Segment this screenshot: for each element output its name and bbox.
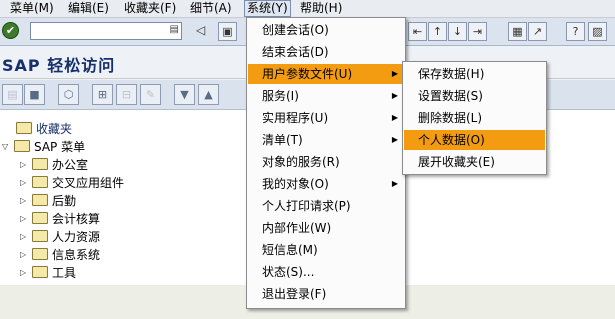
other-menu-icon[interactable]: ⬡ [58, 84, 79, 105]
menu-item-short-messages[interactable]: 短信息(M) [248, 240, 404, 260]
tree-node-label: 办公室 [52, 158, 89, 172]
folder-icon [14, 140, 30, 152]
move-down-icon[interactable]: ▼ [174, 84, 195, 105]
tree-node-tools[interactable]: ▷ 工具 [20, 264, 76, 282]
command-field[interactable]: ▤ [30, 22, 182, 40]
tree-node-info-systems[interactable]: ▷ 信息系统 [20, 246, 100, 264]
submenu-arrow-icon: ▶ [391, 69, 398, 78]
tree-node-label: 交叉应用组件 [52, 176, 125, 190]
menu-item-object-services[interactable]: 对象的服务(R) [248, 152, 404, 172]
menu-item-my-objects[interactable]: 我的对象(O) ▶ [248, 174, 404, 194]
menu-item-utilities[interactable]: 实用程序(U) ▶ [248, 108, 404, 128]
tree-node-cross-application[interactable]: ▷ 交叉应用组件 [20, 174, 124, 192]
menu-item-log-off[interactable]: 退出登录(F) [248, 284, 404, 304]
menu-item-services[interactable]: 服务(I) ▶ [248, 86, 404, 106]
menu-item-internal-jobs[interactable]: 内部作业(W) [248, 218, 404, 238]
user-menu-icon[interactable]: ▤ [2, 84, 23, 105]
expand-triangle-icon[interactable]: ▷ [20, 156, 32, 174]
collapse-triangle-icon[interactable]: ▽ [2, 138, 14, 156]
menu-item-print-requests[interactable]: 个人打印请求(P) [248, 196, 404, 216]
history-dropdown-icon[interactable]: ▤ [170, 24, 179, 35]
tree-node-label: 工具 [52, 266, 77, 280]
tree-node-label: 后勤 [52, 194, 77, 208]
add-favorite-icon[interactable]: ⊞ [92, 84, 113, 105]
folder-icon [32, 158, 48, 170]
folder-icon [32, 176, 48, 188]
menu-item-set-data[interactable]: 设置数据(S) [404, 86, 545, 106]
tree-node-label: 人力资源 [52, 230, 101, 244]
tree-node-human-resources[interactable]: ▷ 人力资源 [20, 228, 100, 246]
enter-check-icon[interactable]: ✔ [2, 22, 19, 39]
submenu-arrow-icon: ▶ [391, 91, 398, 100]
expand-triangle-icon[interactable]: ▷ [20, 264, 32, 282]
tree-node-label: SAP 菜单 [34, 140, 86, 154]
tree-node-favorites[interactable]: 收藏夹 [16, 120, 72, 138]
tree-node-sap-menu[interactable]: ▽ SAP 菜单 [2, 138, 85, 156]
menu-item-list[interactable]: 清单(T) ▶ [248, 130, 404, 150]
next-page-icon[interactable]: ↓ [448, 22, 467, 41]
menu-help[interactable]: 帮助(H) [298, 1, 344, 16]
tree-node-office[interactable]: ▷ 办公室 [20, 156, 88, 174]
menu-item-delete-data[interactable]: 删除数据(L) [404, 108, 545, 128]
customize-layout-icon[interactable]: ▨ [588, 22, 607, 41]
menu-edit[interactable]: 编辑(E) [66, 1, 111, 16]
menu-item-own-data[interactable]: 个人数据(O) [404, 130, 545, 150]
expand-triangle-icon[interactable]: ▷ [20, 210, 32, 228]
expand-triangle-icon[interactable]: ▷ [20, 246, 32, 264]
first-page-icon[interactable]: ⇤ [408, 22, 427, 41]
change-favorite-icon[interactable]: ✎ [140, 84, 161, 105]
menu-item-expand-favorites[interactable]: 展开收藏夹(E) [404, 152, 545, 172]
save-icon[interactable]: ▣ [218, 22, 237, 41]
menu-item-hold-data[interactable]: 保存数据(H) [404, 64, 545, 84]
menu-item-end-session[interactable]: 结束会话(D) [248, 42, 404, 62]
page-title: SAP 轻松访问 [2, 56, 116, 75]
previous-page-icon[interactable]: ↑ [428, 22, 447, 41]
folder-icon [32, 194, 48, 206]
menu-item-user-profile[interactable]: 用户参数文件(U) ▶ [248, 64, 404, 84]
last-page-icon[interactable]: ⇥ [468, 22, 487, 41]
layout-menu-icon[interactable]: ▦ [508, 22, 527, 41]
expand-triangle-icon[interactable]: ▷ [20, 192, 32, 210]
submenu-arrow-icon: ▶ [391, 179, 398, 188]
shortcut-icon[interactable]: ↗ [528, 22, 547, 41]
menu-favorites[interactable]: 收藏夹(F) [122, 1, 178, 16]
folder-icon [32, 212, 48, 224]
folder-icon [32, 266, 48, 278]
user-profile-submenu: 保存数据(H) 设置数据(S) 删除数据(L) 个人数据(O) 展开收藏夹(E) [402, 61, 547, 175]
help-icon[interactable]: ? [566, 22, 585, 41]
menu-details[interactable]: 细节(A) [188, 1, 234, 16]
tree-node-accounting[interactable]: ▷ 会计核算 [20, 210, 100, 228]
submenu-arrow-icon: ▶ [391, 135, 398, 144]
menu-item-create-session[interactable]: 创建会话(O) [248, 20, 404, 40]
tree-node-logistics[interactable]: ▷ 后勤 [20, 192, 76, 210]
expand-triangle-icon[interactable]: ▷ [20, 174, 32, 192]
menu-system[interactable]: 系统(Y) [244, 0, 291, 17]
tree-node-label: 信息系统 [52, 248, 101, 262]
delete-favorite-icon[interactable]: ⊟ [116, 84, 137, 105]
move-up-icon[interactable]: ▲ [198, 84, 219, 105]
tree-node-label: 收藏夹 [36, 122, 73, 136]
menu-menu[interactable]: 菜单(M) [8, 1, 56, 16]
menu-bar: 菜单(M) 编辑(E) 收藏夹(F) 细节(A) 系统(Y) 帮助(H) [0, 0, 615, 18]
folder-icon [32, 230, 48, 242]
system-dropdown-menu: 创建会话(O) 结束会话(D) 用户参数文件(U) ▶ 服务(I) ▶ 实用程序(U… [246, 17, 406, 309]
menu-item-status[interactable]: 状态(S)... [248, 262, 404, 282]
sap-menu-icon[interactable]: ■ [24, 84, 45, 105]
folder-icon [32, 248, 48, 260]
expand-triangle-icon[interactable]: ▷ [20, 228, 32, 246]
collapse-left-icon[interactable]: ◁ [196, 22, 205, 38]
submenu-arrow-icon: ▶ [391, 113, 398, 122]
folder-icon [16, 122, 32, 134]
tree-node-label: 会计核算 [52, 212, 101, 226]
